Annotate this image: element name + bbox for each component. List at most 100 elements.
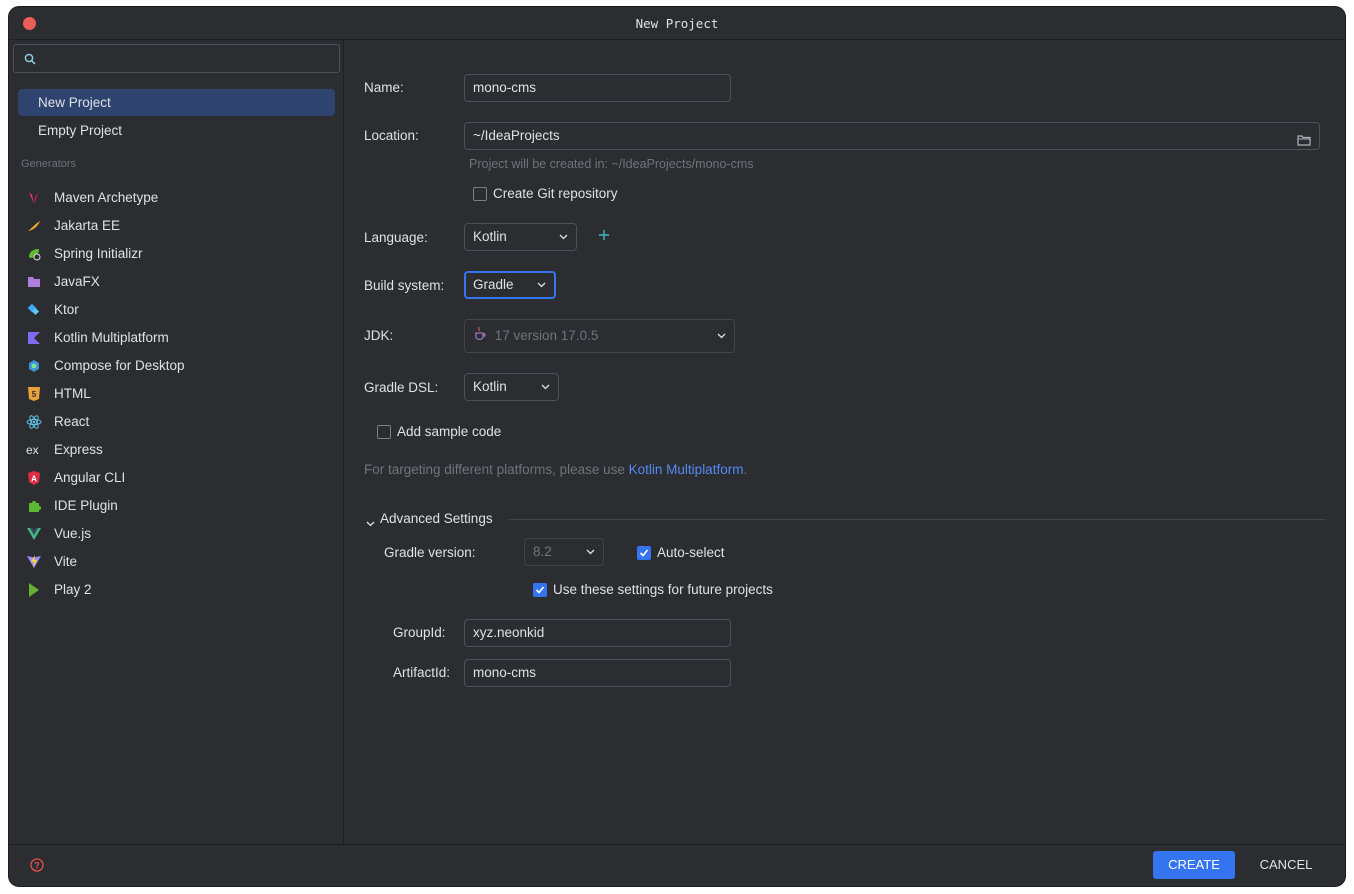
- maven-icon: [26, 191, 42, 205]
- artifact-id-label: ArtifactId:: [393, 665, 451, 680]
- checkmark-icon: [535, 586, 545, 594]
- generator-spring-initializr[interactable]: Spring Initializr: [18, 240, 335, 268]
- generator-label: Vite: [54, 554, 78, 569]
- group-id-label: GroupId:: [393, 625, 446, 640]
- generator-label: HTML: [54, 386, 91, 401]
- gradle-dsl-select[interactable]: Kotlin: [464, 373, 559, 401]
- generator-ktor[interactable]: Ktor: [18, 296, 335, 324]
- jdk-select[interactable]: 17 version 17.0.5: [464, 319, 735, 353]
- location-hint: Project will be created in: ~/IdeaProjec…: [469, 157, 754, 171]
- multiplatform-note: For targeting different platforms, pleas…: [364, 462, 747, 477]
- language-label: Language:: [364, 230, 428, 245]
- jdk-label: JDK:: [364, 328, 394, 343]
- angular-icon: A: [26, 471, 42, 485]
- checkmark-icon: [639, 549, 649, 557]
- new-project-dialog: New Project New Project Empty Project Ge…: [9, 7, 1345, 886]
- location-value: ~/IdeaProjects: [473, 128, 560, 143]
- future-projects-label: Use these settings for future projects: [553, 582, 773, 597]
- auto-select-checkbox[interactable]: [637, 546, 651, 560]
- gradle-version-label: Gradle version:: [384, 545, 476, 560]
- add-sample-code-checkbox[interactable]: [377, 425, 391, 439]
- play-icon: [26, 583, 42, 597]
- build-system-value: Gradle: [473, 277, 514, 292]
- language-select[interactable]: Kotlin: [464, 223, 577, 251]
- generators-section-label: Generators: [21, 158, 77, 170]
- generator-label: Compose for Desktop: [54, 358, 185, 373]
- generator-kotlin-multiplatform[interactable]: Kotlin Multiplatform: [18, 324, 335, 352]
- generator-react[interactable]: React: [18, 408, 335, 436]
- create-button[interactable]: CREATE: [1153, 851, 1235, 879]
- svg-text:?: ?: [34, 861, 40, 871]
- create-git-checkbox[interactable]: [473, 187, 487, 201]
- generator-label: Ktor: [54, 302, 79, 317]
- create-git-label: Create Git repository: [493, 186, 618, 201]
- artifact-id-field[interactable]: mono-cms: [464, 659, 731, 687]
- gradle-version-select[interactable]: 8.2: [524, 538, 604, 566]
- advanced-settings-divider: [509, 519, 1325, 520]
- generator-compose-for-desktop[interactable]: Compose for Desktop: [18, 352, 335, 380]
- add-sample-code-label: Add sample code: [397, 424, 502, 439]
- svg-text:ex: ex: [26, 444, 39, 456]
- jdk-value: 17 version 17.0.5: [494, 328, 599, 343]
- chevron-down-icon: [586, 539, 595, 565]
- location-label: Location:: [364, 128, 419, 143]
- generator-vite[interactable]: Vite: [18, 548, 335, 576]
- generator-vue-js[interactable]: Vue.js: [18, 520, 335, 548]
- add-language-plus-icon[interactable]: [598, 229, 610, 244]
- svg-text:A: A: [31, 475, 37, 484]
- sidebar-item-new-project[interactable]: New Project: [18, 89, 335, 116]
- generator-label: Vue.js: [54, 526, 92, 541]
- generator-ide-plugin[interactable]: IDE Plugin: [18, 492, 335, 520]
- help-icon[interactable]: ?: [30, 858, 44, 875]
- language-value: Kotlin: [473, 229, 507, 244]
- chevron-down-icon: [559, 224, 568, 250]
- generator-label: Spring Initializr: [54, 246, 143, 261]
- express-icon: ex: [26, 443, 42, 457]
- compose-icon: [26, 359, 42, 373]
- generator-label: React: [54, 414, 90, 429]
- javafx-icon: [26, 275, 42, 289]
- jakarta-icon: [26, 219, 42, 233]
- gradle-dsl-value: Kotlin: [473, 379, 507, 394]
- generator-label: Jakarta EE: [54, 218, 121, 233]
- generator-html[interactable]: 5 HTML: [18, 380, 335, 408]
- build-system-label: Build system:: [364, 278, 445, 293]
- chevron-down-icon: [366, 515, 375, 530]
- plugin-icon: [26, 499, 42, 513]
- location-field[interactable]: ~/IdeaProjects: [464, 122, 1320, 150]
- future-projects-checkbox[interactable]: [533, 583, 547, 597]
- sidebar-item-empty-project[interactable]: Empty Project: [18, 117, 335, 144]
- kotlin-multiplatform-link[interactable]: Kotlin Multiplatform: [629, 462, 744, 477]
- kotlin-icon: [26, 331, 42, 345]
- vite-icon: [26, 555, 42, 569]
- title-bar: New Project: [9, 7, 1345, 40]
- generator-play-2[interactable]: Play 2: [18, 576, 335, 604]
- auto-select-label: Auto-select: [657, 545, 725, 560]
- generator-maven-archetype[interactable]: Maven Archetype: [18, 184, 335, 212]
- sidebar: New Project Empty Project Generators Mav…: [9, 40, 344, 844]
- search-input[interactable]: [42, 48, 332, 69]
- generator-javafx[interactable]: JavaFX: [18, 268, 335, 296]
- folder-icon[interactable]: [1297, 129, 1311, 155]
- generator-label: Play 2: [54, 582, 92, 597]
- search-box[interactable]: [13, 44, 340, 73]
- project-form: Name: mono-cms Location: ~/IdeaProjects …: [345, 40, 1345, 844]
- generator-express[interactable]: ex Express: [18, 436, 335, 464]
- multiplatform-note-text: For targeting different platforms, pleas…: [364, 462, 629, 477]
- generator-label: IDE Plugin: [54, 498, 118, 513]
- name-field[interactable]: mono-cms: [464, 74, 731, 102]
- advanced-settings-title: Advanced Settings: [380, 511, 493, 526]
- svg-text:5: 5: [32, 390, 37, 399]
- build-system-select[interactable]: Gradle: [464, 271, 556, 299]
- chevron-down-icon: [541, 374, 550, 400]
- gradle-dsl-label: Gradle DSL:: [364, 380, 439, 395]
- generator-label: Maven Archetype: [54, 190, 159, 205]
- group-id-field[interactable]: xyz.neonkid: [464, 619, 731, 647]
- generator-label: Angular CLI: [54, 470, 126, 485]
- window-title: New Project: [635, 16, 719, 31]
- cancel-button[interactable]: CANCEL: [1245, 851, 1327, 879]
- chevron-down-icon: [717, 320, 726, 352]
- java-cup-icon: [473, 320, 487, 352]
- generator-angular-cli[interactable]: A Angular CLI: [18, 464, 335, 492]
- generator-jakarta-ee[interactable]: Jakarta EE: [18, 212, 335, 240]
